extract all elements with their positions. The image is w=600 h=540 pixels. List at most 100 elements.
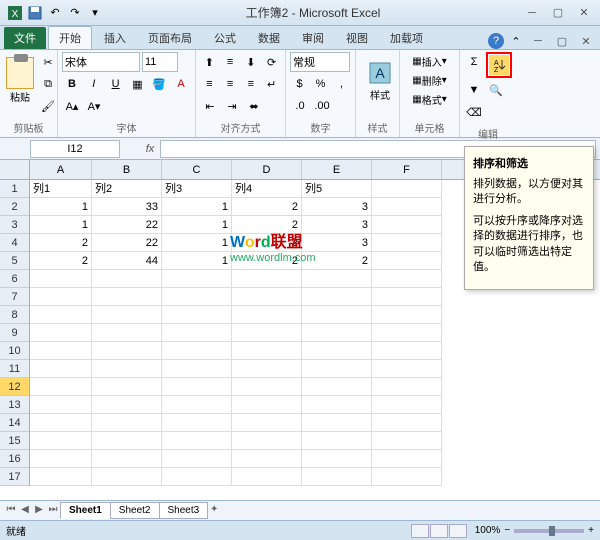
border-button[interactable]: ▦ — [127, 74, 147, 94]
cell[interactable] — [232, 468, 302, 486]
increase-font-icon[interactable]: A▴ — [62, 96, 82, 116]
cell[interactable] — [232, 324, 302, 342]
cell[interactable]: 2 — [30, 252, 92, 270]
minimize-ribbon-icon[interactable]: ⌃ — [508, 33, 524, 49]
undo-icon[interactable]: ↶ — [46, 4, 64, 22]
wrap-text-icon[interactable]: ↵ — [262, 74, 281, 94]
column-header[interactable]: F — [372, 160, 442, 179]
cell[interactable] — [302, 288, 372, 306]
cell[interactable] — [232, 270, 302, 288]
cell[interactable] — [372, 468, 442, 486]
tab-file[interactable]: 文件 — [4, 27, 46, 49]
tab-视图[interactable]: 视图 — [336, 27, 378, 49]
cell[interactable] — [162, 432, 232, 450]
row-header[interactable]: 10 — [0, 342, 29, 360]
cell[interactable]: 列1 — [30, 180, 92, 198]
decrease-indent-icon[interactable]: ⇤ — [200, 96, 220, 116]
insert-button[interactable]: ▦ 插入 ▾ — [404, 52, 455, 71]
increase-decimal-icon[interactable]: .0 — [290, 96, 310, 116]
help-icon[interactable]: ? — [488, 33, 504, 49]
cell[interactable] — [162, 396, 232, 414]
cell[interactable] — [372, 234, 442, 252]
redo-icon[interactable]: ↷ — [66, 4, 84, 22]
page-break-view-icon[interactable] — [449, 524, 467, 538]
cell[interactable] — [302, 396, 372, 414]
cell[interactable] — [372, 396, 442, 414]
save-icon[interactable] — [26, 4, 44, 22]
styles-button[interactable]: A 样式 — [360, 52, 400, 108]
cell[interactable] — [30, 432, 92, 450]
cell[interactable] — [162, 270, 232, 288]
cell[interactable] — [232, 288, 302, 306]
cell[interactable] — [162, 450, 232, 468]
cell[interactable] — [302, 378, 372, 396]
italic-button[interactable]: I — [84, 74, 104, 94]
column-header[interactable]: A — [30, 160, 92, 179]
copy-icon[interactable]: ⧉ — [38, 74, 58, 94]
cell[interactable]: 1 — [30, 198, 92, 216]
fill-icon[interactable]: ▼ — [464, 80, 484, 100]
cell[interactable] — [92, 360, 162, 378]
zoom-in-icon[interactable]: + — [588, 525, 594, 536]
cell[interactable] — [372, 342, 442, 360]
cell[interactable] — [232, 396, 302, 414]
cell[interactable]: 1 — [30, 216, 92, 234]
font-size-select[interactable] — [142, 52, 178, 72]
align-top-icon[interactable]: ⬆ — [200, 52, 219, 72]
cell[interactable]: 22 — [92, 216, 162, 234]
cell[interactable] — [162, 468, 232, 486]
cell[interactable]: 列4 — [232, 180, 302, 198]
cell[interactable] — [30, 306, 92, 324]
number-format-select[interactable] — [290, 52, 350, 72]
tab-审阅[interactable]: 审阅 — [292, 27, 334, 49]
row-header[interactable]: 17 — [0, 468, 29, 486]
cell[interactable] — [372, 360, 442, 378]
cell[interactable] — [232, 450, 302, 468]
cell[interactable] — [302, 270, 372, 288]
select-all-corner[interactable] — [0, 160, 30, 180]
cell[interactable] — [372, 378, 442, 396]
cell[interactable] — [232, 432, 302, 450]
cell[interactable]: 3 — [302, 198, 372, 216]
maximize-icon[interactable]: ▢ — [548, 5, 568, 21]
cut-icon[interactable]: ✂ — [38, 52, 58, 72]
cell[interactable] — [30, 324, 92, 342]
cell[interactable] — [162, 360, 232, 378]
sheet-nav-last-icon[interactable]: ⏭ — [46, 504, 60, 518]
sheet-nav-first-icon[interactable]: ⏮ — [4, 504, 18, 518]
row-header[interactable]: 13 — [0, 396, 29, 414]
cell[interactable] — [30, 450, 92, 468]
cell[interactable] — [302, 306, 372, 324]
doc-close-icon[interactable]: ✕ — [576, 33, 596, 49]
cell[interactable] — [302, 324, 372, 342]
tab-开始[interactable]: 开始 — [48, 26, 92, 49]
page-layout-view-icon[interactable] — [430, 524, 448, 538]
cell[interactable] — [30, 360, 92, 378]
cell[interactable] — [92, 342, 162, 360]
cell[interactable] — [30, 378, 92, 396]
name-box[interactable] — [30, 140, 120, 158]
cell[interactable] — [372, 288, 442, 306]
cell[interactable]: 33 — [92, 198, 162, 216]
align-middle-icon[interactable]: ≡ — [221, 52, 240, 72]
decrease-decimal-icon[interactable]: .00 — [312, 96, 332, 116]
increase-indent-icon[interactable]: ⇥ — [222, 96, 242, 116]
tab-加载项[interactable]: 加载项 — [380, 27, 433, 49]
cell[interactable] — [302, 360, 372, 378]
new-sheet-icon[interactable]: ✦ — [207, 504, 221, 518]
align-right-icon[interactable]: ≡ — [242, 74, 261, 94]
cell[interactable] — [92, 414, 162, 432]
cell[interactable] — [162, 306, 232, 324]
row-header[interactable]: 14 — [0, 414, 29, 432]
cell[interactable] — [372, 216, 442, 234]
cell[interactable] — [372, 432, 442, 450]
cell[interactable] — [92, 396, 162, 414]
cell[interactable] — [162, 342, 232, 360]
cell[interactable] — [232, 414, 302, 432]
currency-icon[interactable]: $ — [290, 74, 309, 94]
cell[interactable] — [302, 414, 372, 432]
font-color-button[interactable]: A — [171, 74, 191, 94]
delete-button[interactable]: ▦ 删除 ▾ — [404, 71, 455, 90]
cell[interactable]: 1 — [162, 198, 232, 216]
row-header[interactable]: 2 — [0, 198, 29, 216]
